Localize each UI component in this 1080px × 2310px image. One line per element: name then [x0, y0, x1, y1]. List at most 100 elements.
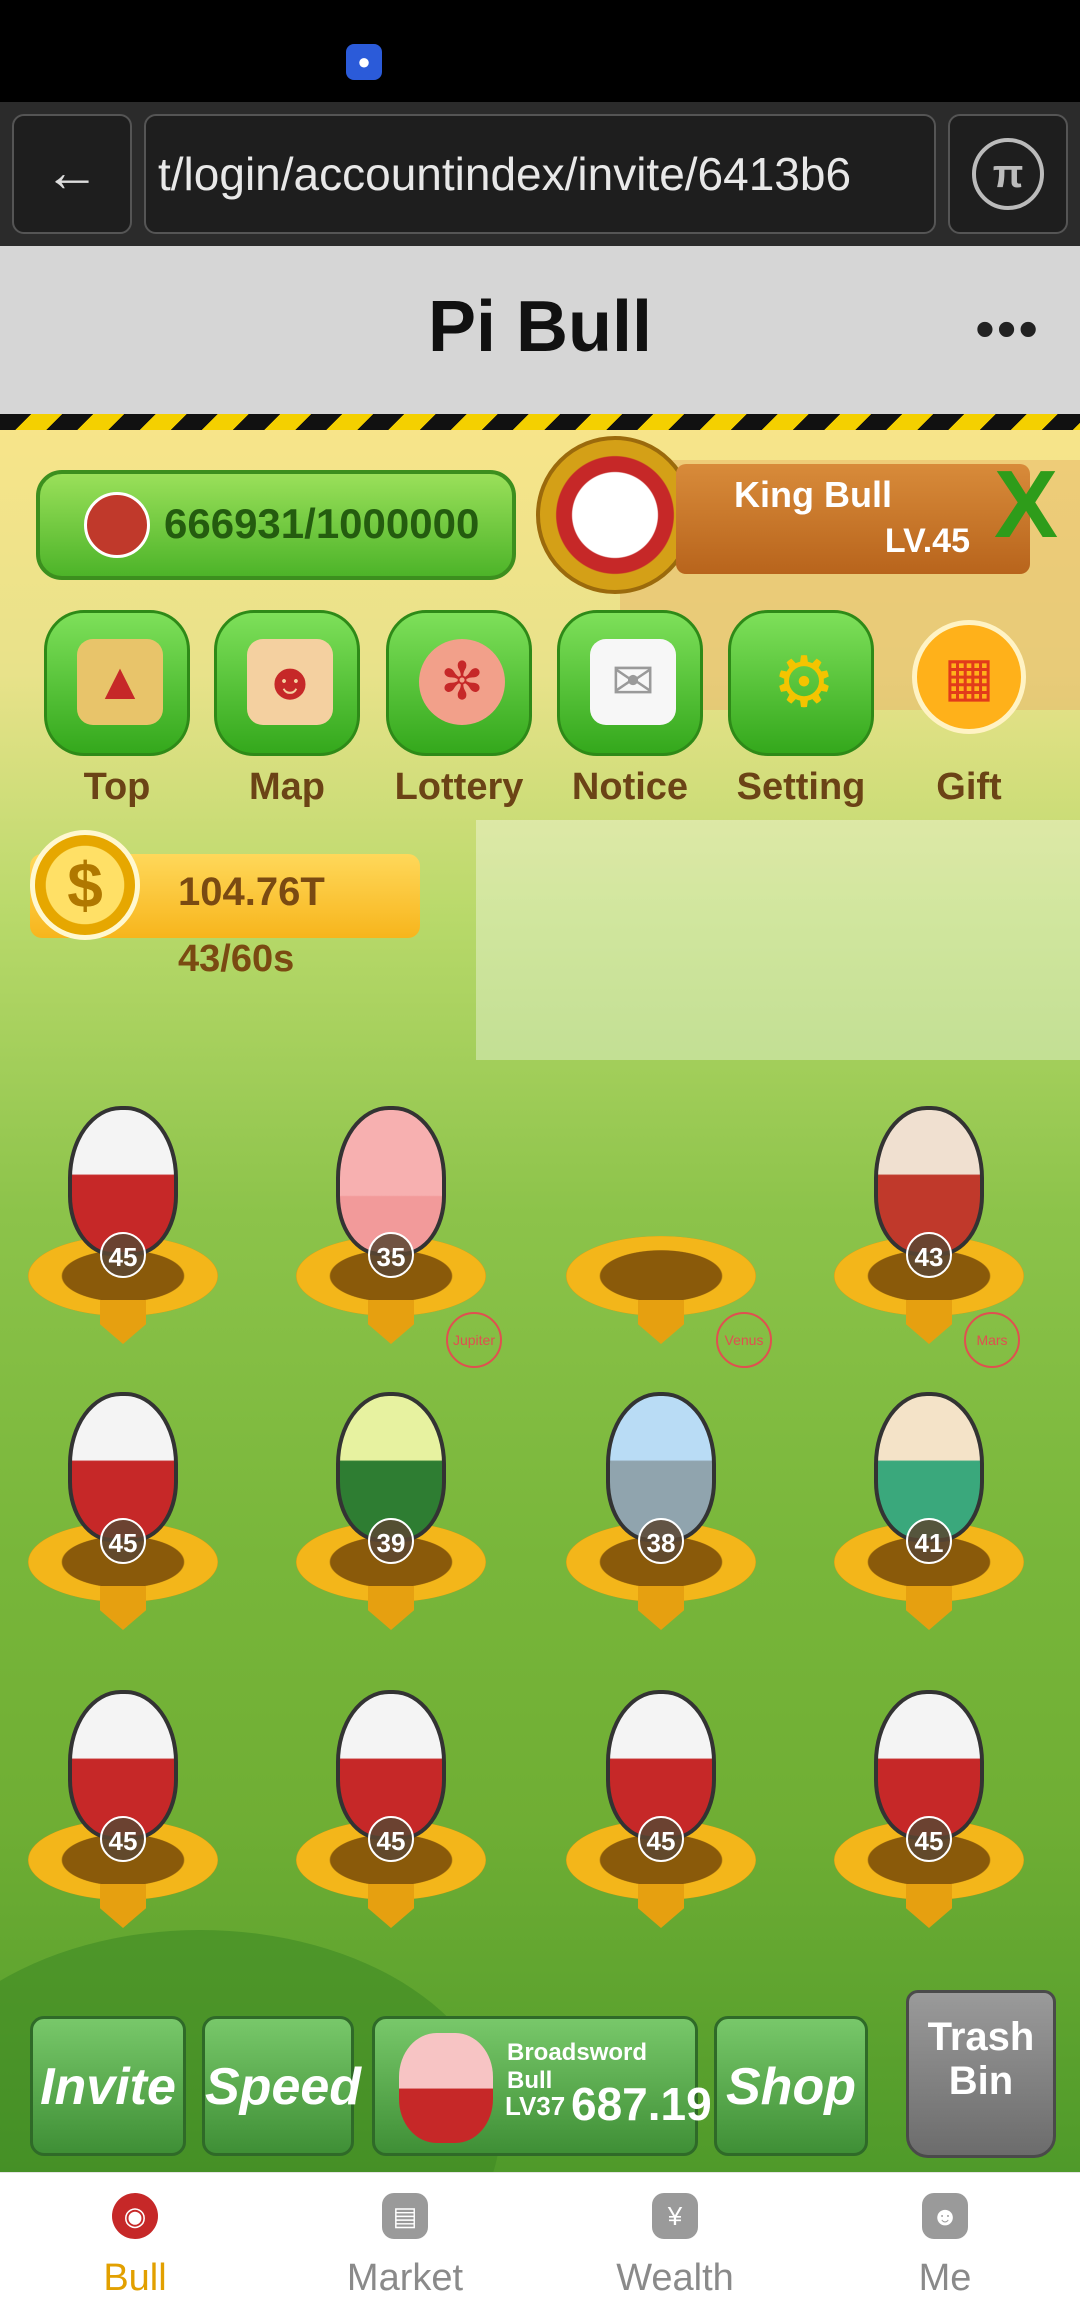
speed-label: Speed [205, 2058, 362, 2116]
gear-icon: ⚙ [772, 643, 836, 721]
bull-level-badge: 45 [100, 1232, 146, 1278]
bull-slot[interactable]: 43 [834, 1106, 1024, 1344]
slot-tab [638, 1586, 684, 1630]
bull-slot[interactable]: 41 Mars [834, 1312, 1024, 1630]
king-name: King Bull [734, 474, 892, 515]
slot-tab [100, 1300, 146, 1344]
wheel-icon: ✼ [419, 639, 505, 725]
bottom-tab-bar: ◉ Bull ▤ Market ¥ Wealth ☻ Me [0, 2172, 1080, 2310]
app-header: Pi Bull ••• [0, 246, 1080, 414]
bull-avatar-icon [84, 492, 150, 558]
back-button[interactable]: ← [12, 114, 132, 234]
pi-browser-button[interactable]: π [948, 114, 1068, 234]
slot-tab [638, 1300, 684, 1344]
shop-button[interactable]: Shop [714, 2016, 868, 2156]
bull-slot[interactable]: 45 [566, 1690, 756, 1928]
tab-label: Wealth [616, 2257, 734, 2299]
slot-tab [638, 1884, 684, 1928]
status-bar: ● [0, 0, 1080, 102]
trash-label: Trash Bin [927, 2015, 1035, 2103]
notice-button[interactable]: ✉ [557, 610, 703, 756]
trash-bin[interactable]: Trash Bin [906, 1990, 1056, 2158]
url-bar[interactable]: t/login/accountindex/invite/6413b6 [144, 114, 936, 234]
map-label: Map [249, 766, 325, 808]
bull-map-icon: ☻ [247, 639, 333, 725]
tab-wealth[interactable]: ¥ Wealth [540, 2173, 810, 2310]
bull-level-badge: 45 [906, 1816, 952, 1862]
bull-slot[interactable]: 45 [28, 1690, 218, 1928]
bull-level-badge: 41 [906, 1518, 952, 1564]
slot-tab [100, 1586, 146, 1630]
top-label: Top [83, 766, 151, 808]
slot-tab [906, 1586, 952, 1630]
bull-level-badge: 38 [638, 1518, 684, 1564]
bull-level-badge: 43 [906, 1232, 952, 1278]
pi-icon: π [972, 138, 1044, 210]
bull-slot[interactable]: 45 [296, 1690, 486, 1928]
mars-badge: Mars [964, 1312, 1020, 1368]
bull-icon: ◉ [112, 2193, 158, 2239]
gift-button[interactable]: ▦ [912, 620, 1026, 734]
top-button[interactable]: ▲ [44, 610, 190, 756]
bull-level-badge: 45 [638, 1816, 684, 1862]
envelope-icon: ✉ [590, 639, 676, 725]
browser-toolbar: ← t/login/accountindex/invite/6413b6 π [0, 102, 1080, 246]
tab-label: Me [918, 2257, 972, 2299]
slot-tab [368, 1884, 414, 1928]
money-bag-icon: ¥ [652, 2193, 698, 2239]
slot-tab [906, 1300, 952, 1344]
bull-slot[interactable]: 38 Venus [566, 1312, 772, 1630]
shop-label: Shop [726, 2058, 856, 2116]
king-info-panel: King Bull LV.45 [676, 464, 1030, 574]
broadsword-bull-icon [399, 2033, 493, 2143]
arrow-left-icon: ← [44, 140, 100, 203]
store-icon: ▤ [382, 2193, 428, 2239]
bull-level-badge: 45 [100, 1518, 146, 1564]
jupiter-badge: Jupiter [446, 1312, 502, 1368]
notice-label: Notice [571, 766, 689, 808]
buy-bull-button[interactable]: Broadsword Bull LV37 687.19 [372, 2016, 712, 2156]
bull-slot[interactable]: 45 [28, 1106, 218, 1344]
lottery-button[interactable]: ✼ [386, 610, 532, 756]
tab-label: Bull [103, 2257, 167, 2299]
map-button[interactable]: ☻ [214, 610, 360, 756]
bull-slot[interactable]: 45 [28, 1392, 218, 1630]
slot-tab [368, 1586, 414, 1630]
income-timer: 43/60s [178, 938, 295, 980]
tab-label: Market [346, 2257, 464, 2299]
more-options-button[interactable]: ••• [975, 296, 1040, 361]
bull-slot[interactable]: 35 [296, 1106, 486, 1344]
tab-bull[interactable]: ◉ Bull [0, 2173, 270, 2310]
lightbulb-icon: ● [346, 44, 382, 80]
tab-market[interactable]: ▤ Market [270, 2173, 540, 2310]
experience-text: 666931/1000000 [164, 500, 480, 547]
bamboo-icon: X [994, 451, 1059, 558]
coin-balance: 104.76T [178, 870, 325, 914]
bull-level-badge: 45 [368, 1816, 414, 1862]
experience-progress: 666931/1000000 [36, 470, 516, 580]
setting-button[interactable]: ⚙ [728, 610, 874, 756]
face-icon: ☻ [922, 2193, 968, 2239]
page-title: Pi Bull [427, 287, 652, 367]
game-area: 666931/1000000 King Bull LV.45 X ▲ Top ☻… [0, 430, 1080, 2172]
bull-slot[interactable]: 39 Jupiter [296, 1312, 502, 1630]
tab-me[interactable]: ☻ Me [810, 2173, 1080, 2310]
slot-tab [906, 1884, 952, 1928]
gift-icon: ▦ [943, 647, 995, 707]
lottery-label: Lottery [394, 766, 524, 808]
buy-bull-price: 687.19 [571, 2078, 712, 2130]
coin-icon: $ [30, 830, 140, 940]
bull-level-badge: 39 [368, 1518, 414, 1564]
king-avatar[interactable] [536, 436, 694, 594]
hazard-stripe [0, 414, 1080, 430]
slot-tab [100, 1884, 146, 1928]
buy-bull-level: LV37 [505, 2091, 566, 2121]
speed-button[interactable]: Speed [202, 2016, 362, 2156]
bull-level-badge: 45 [100, 1816, 146, 1862]
invite-button[interactable]: Invite [30, 2016, 186, 2156]
bull-slot[interactable]: 45 [834, 1690, 1024, 1928]
gift-label: Gift [936, 766, 1002, 808]
slot-tab [368, 1300, 414, 1344]
empty-slot[interactable] [566, 1136, 756, 1344]
venus-badge: Venus [716, 1312, 772, 1368]
